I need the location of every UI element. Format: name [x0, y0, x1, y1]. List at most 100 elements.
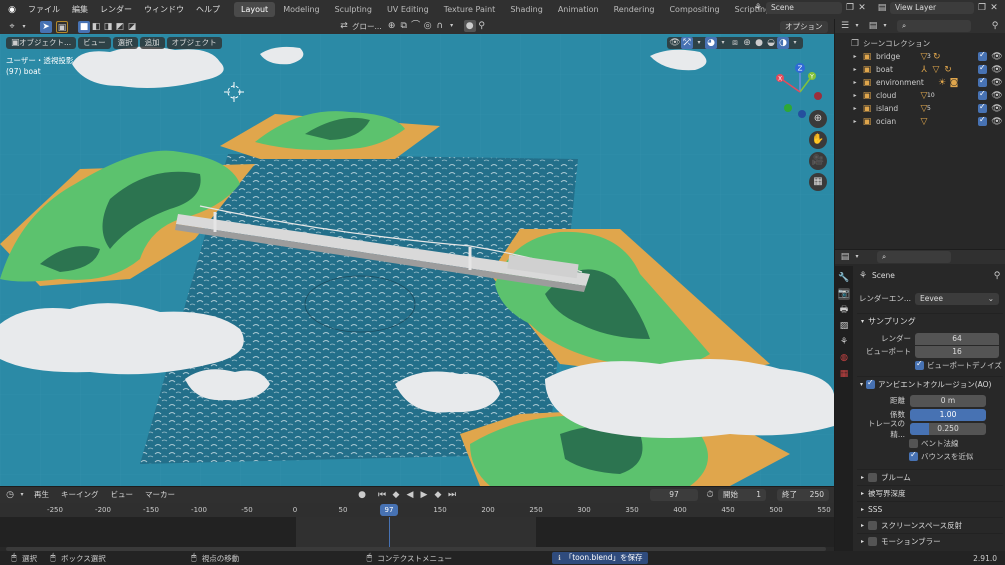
chevron-down-icon[interactable]: ▾: [693, 37, 705, 49]
world-tab-icon[interactable]: ◍: [838, 352, 850, 364]
outliner-editor-icon[interactable]: ☰: [839, 20, 851, 32]
new-view-layer-icon[interactable]: ❐: [976, 2, 988, 14]
eye-icon[interactable]: 👁: [991, 77, 1003, 89]
new-scene-icon[interactable]: ❐: [844, 2, 856, 14]
bloom-section[interactable]: ▸ ブルーム: [857, 469, 1003, 485]
next-keyframe-icon[interactable]: ◆: [432, 489, 444, 501]
sampling-section[interactable]: ▾ サンプリング: [857, 313, 1003, 328]
render-engine-dropdown[interactable]: Eevee ⌄: [915, 292, 999, 305]
menu-render[interactable]: レンダー: [94, 0, 138, 19]
expand-arrow-icon[interactable]: ▸: [849, 64, 861, 76]
view-layer-field[interactable]: View Layer: [890, 2, 974, 14]
chevron-down-icon[interactable]: ▾: [851, 251, 863, 263]
tab-rendering[interactable]: Rendering: [607, 2, 662, 17]
menu-edit[interactable]: 編集: [66, 0, 94, 19]
eye-icon[interactable]: 👁: [991, 64, 1003, 76]
mode-selector[interactable]: ▣オブジェクト...: [6, 37, 77, 49]
select-new-icon[interactable]: ■: [78, 20, 90, 33]
eye-icon[interactable]: 👁: [991, 51, 1003, 63]
menu-window[interactable]: ウィンドウ: [138, 0, 190, 19]
viewport-samples-field[interactable]: 16: [915, 345, 999, 358]
expand-arrow-icon[interactable]: ▸: [849, 103, 861, 115]
outliner-item-environment[interactable]: ▸ ▣ environment ☀ ◙ 👁: [839, 76, 1005, 89]
exclude-checkbox[interactable]: [978, 102, 987, 113]
solid-shading-icon[interactable]: ●: [753, 37, 765, 49]
play-reverse-icon[interactable]: ◀: [404, 489, 416, 501]
proportional-toggle-icon[interactable]: ●: [463, 20, 476, 32]
snapping-icon[interactable]: ⌒: [410, 20, 422, 32]
exclude-checkbox[interactable]: [978, 63, 987, 74]
editor-type-icon[interactable]: ⌖: [6, 21, 18, 33]
ao-factor-slider[interactable]: 1.00: [910, 408, 986, 421]
properties-search-input[interactable]: ⌕: [877, 251, 951, 263]
exclude-checkbox[interactable]: [978, 115, 987, 126]
grid-perspective-icon[interactable]: ▦: [809, 173, 827, 191]
zoom-icon[interactable]: ⊕: [809, 110, 827, 128]
start-frame[interactable]: 開始 1: [718, 489, 766, 501]
playhead-frame-badge[interactable]: 97: [380, 504, 398, 516]
camera-icon[interactable]: 🎥: [809, 152, 827, 170]
tab-compositing[interactable]: Compositing: [662, 2, 726, 17]
properties-editor-icon[interactable]: ▤: [839, 251, 851, 263]
exclude-checkbox[interactable]: [978, 89, 987, 100]
select-tool-icon[interactable]: ➤: [40, 20, 52, 33]
current-frame-field[interactable]: 97: [650, 489, 698, 501]
ao-trace-slider[interactable]: 0.250: [910, 422, 986, 435]
expand-arrow-icon[interactable]: ▸: [849, 116, 861, 128]
outliner-item-island[interactable]: ▸ ▣ island ▽ 5 👁: [839, 102, 1005, 115]
select-mode-icon[interactable]: ▣: [56, 20, 68, 33]
expand-arrow-icon[interactable]: ▸: [849, 90, 861, 102]
bent-normals-checkbox[interactable]: [909, 439, 918, 448]
person-icon[interactable]: ⚲: [476, 20, 488, 32]
view-layer-icon[interactable]: ▤: [876, 2, 888, 14]
tab-sculpting[interactable]: Sculpting: [328, 2, 379, 17]
expand-arrow-icon[interactable]: ▸: [849, 77, 861, 89]
ssr-section[interactable]: ▸ スクリーンスペース反射: [857, 517, 1003, 533]
viewport-denoise-checkbox[interactable]: [915, 359, 924, 370]
gizmo-toggle-icon[interactable]: ⤱: [681, 37, 693, 49]
select-invert-icon[interactable]: ◩: [114, 21, 126, 33]
blender-logo-icon[interactable]: ◉: [6, 4, 18, 16]
exclude-checkbox[interactable]: [978, 76, 987, 87]
motion-blur-checkbox[interactable]: [868, 537, 878, 546]
pivot-icon[interactable]: ⊕: [386, 20, 398, 32]
menu-file[interactable]: ファイル: [22, 0, 66, 19]
chevron-down-icon[interactable]: ▾: [16, 489, 28, 501]
menu-timeline-view[interactable]: ビュー: [105, 487, 140, 503]
delete-view-layer-icon[interactable]: ✕: [988, 2, 1000, 14]
tab-uv-editing[interactable]: UV Editing: [380, 2, 436, 17]
falloff-icon[interactable]: ∩: [434, 20, 446, 32]
end-frame[interactable]: 終了 250: [777, 489, 829, 501]
bounce-checkbox[interactable]: [909, 450, 918, 461]
overlays-icon[interactable]: ◕: [705, 37, 717, 49]
stopwatch-icon[interactable]: ⏱: [704, 489, 716, 501]
chevron-down-icon[interactable]: ▾: [851, 20, 863, 32]
tool-tab-icon[interactable]: 🔧: [838, 272, 850, 284]
wireframe-shading-icon[interactable]: ⊕: [741, 37, 753, 49]
menu-add[interactable]: 追加: [139, 37, 165, 49]
tab-animation[interactable]: Animation: [551, 2, 606, 17]
ao-section[interactable]: ▾ アンビエントオクルージョン(AO): [857, 376, 1003, 391]
motion-blur-section[interactable]: ▸ モーションブラー: [857, 533, 1003, 549]
chevron-down-icon[interactable]: ▾: [717, 37, 729, 49]
scene-collection-row[interactable]: ❐ シーンコレクション: [839, 37, 1005, 50]
texture-tab-icon[interactable]: ▦: [838, 368, 850, 380]
bent-normals-row[interactable]: ベント法線: [909, 437, 1003, 450]
jump-start-icon[interactable]: ⏮: [376, 489, 388, 501]
proportional-editing-icon[interactable]: ◎: [422, 20, 434, 32]
xray-icon[interactable]: ⧈: [729, 37, 741, 49]
snap-icon[interactable]: ⧉: [398, 20, 410, 32]
display-mode-icon[interactable]: ▤: [867, 20, 879, 32]
select-intersect-icon[interactable]: ◪: [126, 21, 138, 33]
outliner-item-cloud[interactable]: ▸ ▣ cloud ▽ 10 👁: [839, 89, 1005, 102]
menu-object[interactable]: オブジェクト: [166, 37, 222, 49]
select-extend-icon[interactable]: ◧: [90, 21, 102, 33]
viewport-denoise-row[interactable]: ビューポートデノイズ: [915, 358, 1003, 372]
3d-viewport[interactable]: ▣オブジェクト... ビュー 選択 追加 オブジェクト 👁 ⤱ ▾ ◕ ▾ ⧈ …: [0, 34, 834, 486]
outliner-item-boat[interactable]: ▸ ▣ boat ⅄ ▽ ↻ 👁: [839, 63, 1005, 76]
eye-icon[interactable]: 👁: [991, 116, 1003, 128]
pan-hand-icon[interactable]: ✋: [809, 131, 827, 149]
orientation-icon[interactable]: ⇄: [338, 20, 350, 32]
visibility-icon[interactable]: 👁: [669, 37, 681, 49]
outliner-search-input[interactable]: ⌕: [897, 20, 971, 32]
